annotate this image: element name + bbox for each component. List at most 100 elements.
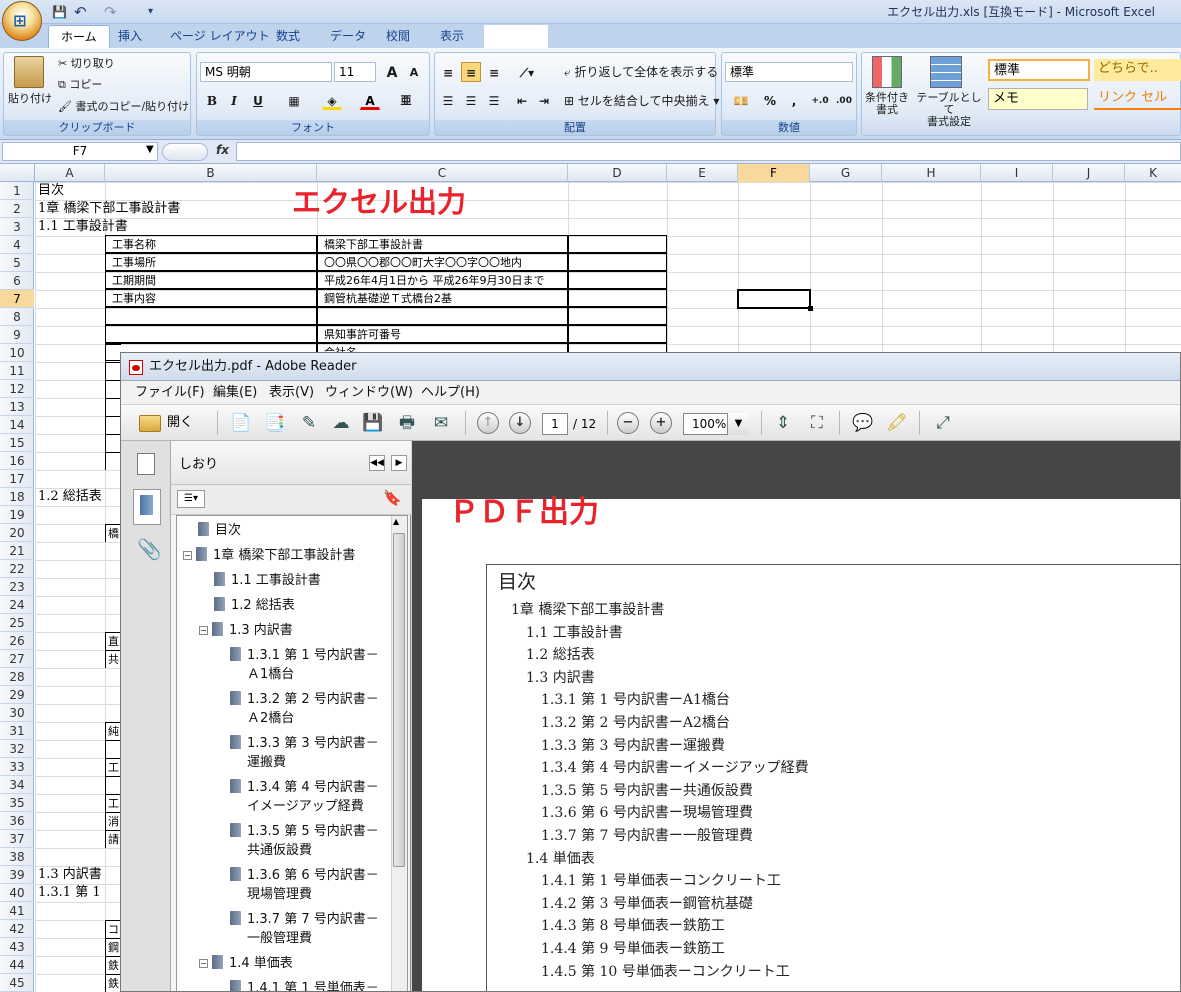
currency-icon[interactable]: 💴 <box>727 90 755 110</box>
cell-a39[interactable]: 1.3 内訳書 <box>38 866 102 884</box>
toc-entry[interactable]: 1.2 総括表 <box>526 644 595 666</box>
bookmark-scrollbar-thumb[interactable] <box>393 533 405 867</box>
row-header-2[interactable]: 2 <box>0 200 34 218</box>
table-extra-cell[interactable] <box>568 325 667 343</box>
table-label-cell[interactable]: 工期期間 <box>105 271 317 289</box>
open-folder-icon[interactable] <box>139 415 161 432</box>
email-icon[interactable]: ✉ <box>427 409 455 437</box>
row-header-30[interactable]: 30 <box>0 704 34 722</box>
menu-edit[interactable]: 編集(E) <box>213 381 257 405</box>
next-page-icon[interactable]: ↓ <box>509 412 531 434</box>
toc-entry[interactable]: 1.3.5 第 5 号内訳書ー共通仮設費 <box>541 780 753 802</box>
scroll-up-icon[interactable]: ▲ <box>393 517 399 526</box>
table-value-cell[interactable]: 県知事許可番号 <box>317 325 568 343</box>
page-number-input[interactable]: 1 <box>542 413 568 435</box>
cell-a40[interactable]: 1.3.1 第 1 <box>38 884 101 902</box>
row-header-45[interactable]: 45 <box>0 974 34 992</box>
cut-button[interactable]: ✂ 切り取り <box>58 57 115 71</box>
bookmark-item[interactable]: 1.3.3 第 3 号内訳書－ 運搬費 <box>215 734 389 772</box>
fullscreen-icon[interactable]: ⤢ <box>929 409 957 437</box>
row-header-10[interactable]: 10 <box>0 344 34 362</box>
col-header-f[interactable]: F <box>738 164 810 182</box>
col-header-a[interactable]: A <box>35 164 105 182</box>
shrink-font-button[interactable]: A <box>404 62 424 82</box>
font-color-icon[interactable]: A <box>360 90 380 110</box>
row-header-32[interactable]: 32 <box>0 740 34 758</box>
tab-view[interactable]: 表示 <box>428 25 476 48</box>
qat-undo-icon[interactable]: ↶ <box>74 3 87 21</box>
create-pdf-icon[interactable]: 📄 <box>227 409 255 437</box>
decrease-indent-icon[interactable]: ⇤ <box>512 90 532 110</box>
row-header-7[interactable]: 7 <box>0 290 34 308</box>
tab-home[interactable]: ホーム <box>48 25 110 48</box>
cell-b42[interactable]: コ <box>105 920 121 938</box>
cell-b11[interactable] <box>105 362 121 380</box>
col-header-d[interactable]: D <box>568 164 667 182</box>
cell-b44[interactable]: 鉄 <box>105 956 121 974</box>
zoom-in-icon[interactable]: + <box>650 412 672 434</box>
row-header-42[interactable]: 42 <box>0 920 34 938</box>
row-header-15[interactable]: 15 <box>0 434 34 452</box>
toc-entry[interactable]: 1.1 工事設計書 <box>526 622 623 644</box>
row-header-25[interactable]: 25 <box>0 614 34 632</box>
highlight-icon[interactable]: 🖍 <box>883 409 911 437</box>
cell-b16[interactable] <box>105 452 121 470</box>
col-header-j[interactable]: J <box>1053 164 1125 182</box>
table-extra-cell[interactable] <box>568 289 667 307</box>
toc-entry[interactable]: 1.4.5 第 10 号単価表ーコンクリート工 <box>541 961 790 983</box>
row-header-22[interactable]: 22 <box>0 560 34 578</box>
tab-data[interactable]: データ <box>318 25 378 48</box>
comment-icon[interactable]: 💬 <box>849 409 877 437</box>
table-value-cell[interactable]: 鋼管杭基礎逆Ｔ式橋台2基 <box>317 289 568 307</box>
align-middle-icon[interactable]: ≡ <box>461 62 481 82</box>
font-name-select[interactable]: MS 明朝 <box>200 62 332 82</box>
table-value-cell[interactable]: 平成26年4月1日から 平成26年9月30日まで <box>317 271 568 289</box>
tab-formulas[interactable]: 数式 <box>264 25 312 48</box>
previous-page-icon[interactable]: ↑ <box>477 412 499 434</box>
row-header-1[interactable]: 1 <box>0 182 34 200</box>
row-header-36[interactable]: 36 <box>0 812 34 830</box>
select-all-corner[interactable] <box>0 164 35 182</box>
comma-button[interactable]: , <box>784 90 804 110</box>
style-linked-cell[interactable]: リンク セル <box>1094 88 1181 110</box>
align-top-icon[interactable]: ≡ <box>438 62 458 82</box>
align-bottom-icon[interactable]: ≡ <box>484 62 504 82</box>
cell-b32[interactable] <box>105 740 121 758</box>
save-icon[interactable]: 💾 <box>359 409 387 437</box>
table-value-cell[interactable]: 〇〇県〇〇郡〇〇町大字〇〇字〇〇地内 <box>317 253 568 271</box>
cell-a1[interactable]: 目次 <box>38 182 64 200</box>
attachments-icon[interactable]: 📎 <box>137 537 162 561</box>
row-header-17[interactable]: 17 <box>0 470 34 488</box>
decrease-decimal-icon[interactable]: .00 <box>834 90 854 110</box>
cell-b34[interactable] <box>105 776 121 794</box>
col-header-e[interactable]: E <box>667 164 738 182</box>
pages-panel-icon[interactable] <box>137 453 155 475</box>
orientation-icon[interactable]: ⟋▾ <box>514 62 540 82</box>
tab-insert[interactable]: 挿入 <box>106 25 154 48</box>
fit-page-icon[interactable]: ⛶ <box>803 409 831 437</box>
bookmark-item[interactable]: 1.3.2 第 2 号内訳書－ Ａ2橋台 <box>215 690 389 728</box>
row-header-29[interactable]: 29 <box>0 686 34 704</box>
conditional-format-button[interactable]: 条件付き 書式 <box>864 92 910 116</box>
row-header-34[interactable]: 34 <box>0 776 34 794</box>
align-right-icon[interactable]: ☰ <box>484 90 504 110</box>
table-extra-cell[interactable] <box>568 253 667 271</box>
toc-entry[interactable]: 1.3.7 第 7 号内訳書ー一般管理費 <box>541 825 753 847</box>
bookmark-item[interactable]: 1.4.1 第 1 号単価表－ <box>215 979 389 991</box>
row-header-23[interactable]: 23 <box>0 578 34 596</box>
border-icon[interactable]: ▦ <box>284 90 304 110</box>
row-header-16[interactable]: 16 <box>0 452 34 470</box>
cell-a3[interactable]: 1.1 工事設計書 <box>38 218 128 236</box>
row-header-18[interactable]: 18 <box>0 488 34 506</box>
cell-b12[interactable] <box>105 380 121 398</box>
tab-review[interactable]: 校閲 <box>374 25 422 48</box>
copy-button[interactable]: ⧉ コピー <box>58 78 102 92</box>
bookmark-item[interactable]: 1.3.4 第 4 号内訳書－ イメージアップ経費 <box>215 778 389 816</box>
style-memo[interactable]: メモ <box>988 88 1088 110</box>
toc-entry[interactable]: 1.4.3 第 8 号単価表ー鉄筋工 <box>541 915 725 937</box>
bookmark-item[interactable]: 1.3.1 第 1 号内訳書－ Ａ1橋台 <box>215 646 389 684</box>
new-bookmark-icon[interactable]: 🔖 <box>383 489 402 507</box>
row-header-11[interactable]: 11 <box>0 362 34 380</box>
table-label-cell[interactable]: 工事名称 <box>105 235 317 253</box>
paste-button[interactable]: 貼り付け <box>8 92 52 106</box>
